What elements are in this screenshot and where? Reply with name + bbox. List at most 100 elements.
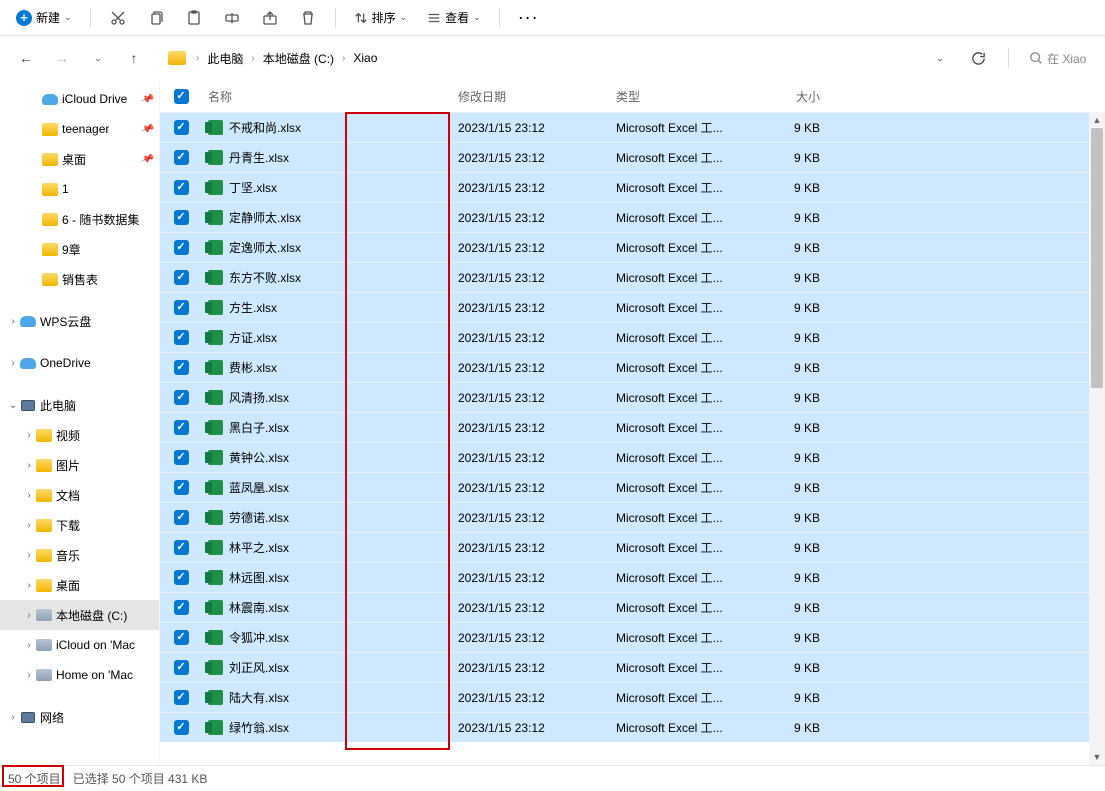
forward-button[interactable]: → — [48, 44, 76, 72]
row-checkbox[interactable] — [174, 240, 189, 255]
sidebar-item[interactable]: ›音乐 — [0, 540, 159, 570]
row-checkbox[interactable] — [174, 210, 189, 225]
row-checkbox[interactable] — [174, 600, 189, 615]
recent-button[interactable]: ⌄ — [84, 44, 112, 72]
scroll-down-icon[interactable]: ▼ — [1089, 749, 1105, 765]
chevron-icon[interactable]: › — [6, 358, 20, 369]
address-dropdown[interactable]: ⌄ — [926, 44, 954, 72]
row-checkbox[interactable] — [174, 630, 189, 645]
row-checkbox[interactable] — [174, 690, 189, 705]
chevron-icon[interactable]: › — [22, 430, 36, 441]
sidebar-item[interactable]: ›文档 — [0, 480, 159, 510]
row-checkbox[interactable] — [174, 450, 189, 465]
row-checkbox[interactable] — [174, 270, 189, 285]
file-row[interactable]: 林远图.xlsx2023/1/15 23:12Microsoft Excel 工… — [160, 562, 1105, 592]
file-row[interactable]: 令狐冲.xlsx2023/1/15 23:12Microsoft Excel 工… — [160, 622, 1105, 652]
file-row[interactable]: 林震南.xlsx2023/1/15 23:12Microsoft Excel 工… — [160, 592, 1105, 622]
sort-button[interactable]: 排序 ⌄ — [346, 5, 416, 30]
file-row[interactable]: 方证.xlsx2023/1/15 23:12Microsoft Excel 工.… — [160, 322, 1105, 352]
row-checkbox[interactable] — [174, 510, 189, 525]
sidebar-item[interactable]: 9章 — [0, 234, 159, 264]
chevron-icon[interactable]: › — [6, 316, 20, 327]
file-row[interactable]: 林平之.xlsx2023/1/15 23:12Microsoft Excel 工… — [160, 532, 1105, 562]
chevron-icon[interactable]: ⌄ — [6, 400, 20, 411]
row-checkbox[interactable] — [174, 150, 189, 165]
delete-icon[interactable] — [291, 4, 325, 32]
file-row[interactable]: 陆大有.xlsx2023/1/15 23:12Microsoft Excel 工… — [160, 682, 1105, 712]
sidebar-item[interactable]: ›OneDrive — [0, 348, 159, 378]
file-row[interactable]: 费彬.xlsx2023/1/15 23:12Microsoft Excel 工.… — [160, 352, 1105, 382]
scrollbar-thumb[interactable] — [1091, 128, 1103, 388]
up-button[interactable]: ↑ — [120, 44, 148, 72]
chevron-icon[interactable]: › — [22, 460, 36, 471]
row-checkbox[interactable] — [174, 480, 189, 495]
more-button[interactable]: ··· — [510, 7, 547, 28]
row-checkbox[interactable] — [174, 360, 189, 375]
sidebar-item[interactable]: ›图片 — [0, 450, 159, 480]
row-checkbox[interactable] — [174, 720, 189, 735]
row-checkbox[interactable] — [174, 660, 189, 675]
file-row[interactable]: 丁坚.xlsx2023/1/15 23:12Microsoft Excel 工.… — [160, 172, 1105, 202]
rename-icon[interactable] — [215, 4, 249, 32]
file-row[interactable]: 黑白子.xlsx2023/1/15 23:12Microsoft Excel 工… — [160, 412, 1105, 442]
sidebar-item[interactable]: iCloud Drive📌 — [0, 84, 159, 114]
file-row[interactable]: 定逸师太.xlsx2023/1/15 23:12Microsoft Excel … — [160, 232, 1105, 262]
row-checkbox[interactable] — [174, 420, 189, 435]
sidebar-item[interactable]: ›本地磁盘 (C:) — [0, 600, 159, 630]
col-type[interactable]: 类型 — [616, 88, 746, 105]
scrollbar[interactable]: ▲ ▼ — [1089, 112, 1105, 765]
chevron-icon[interactable]: › — [22, 670, 36, 681]
sidebar-item[interactable]: ›Home on 'Mac — [0, 660, 159, 690]
file-row[interactable]: 黄钟公.xlsx2023/1/15 23:12Microsoft Excel 工… — [160, 442, 1105, 472]
col-name[interactable]: 名称 — [202, 88, 458, 105]
sidebar-item[interactable]: ›网络 — [0, 702, 159, 732]
copy-icon[interactable] — [139, 4, 173, 32]
row-checkbox[interactable] — [174, 390, 189, 405]
chevron-icon[interactable]: › — [6, 712, 20, 723]
view-button[interactable]: 查看 ⌄ — [419, 5, 489, 30]
file-row[interactable]: 风清扬.xlsx2023/1/15 23:12Microsoft Excel 工… — [160, 382, 1105, 412]
row-checkbox[interactable] — [174, 540, 189, 555]
file-row[interactable]: 劳德诺.xlsx2023/1/15 23:12Microsoft Excel 工… — [160, 502, 1105, 532]
breadcrumb-item[interactable]: 此电脑 — [205, 50, 245, 67]
scroll-up-icon[interactable]: ▲ — [1089, 112, 1105, 128]
chevron-icon[interactable]: › — [22, 550, 36, 561]
sidebar-item[interactable]: teenager📌 — [0, 114, 159, 144]
sidebar-item[interactable]: ›视频 — [0, 420, 159, 450]
file-row[interactable]: 蓝凤凰.xlsx2023/1/15 23:12Microsoft Excel 工… — [160, 472, 1105, 502]
row-checkbox[interactable] — [174, 180, 189, 195]
file-row[interactable]: 东方不败.xlsx2023/1/15 23:12Microsoft Excel … — [160, 262, 1105, 292]
row-checkbox[interactable] — [174, 570, 189, 585]
paste-icon[interactable] — [177, 4, 211, 32]
sidebar-item[interactable]: 桌面📌 — [0, 144, 159, 174]
new-button[interactable]: + 新建 ⌄ — [8, 5, 80, 30]
chevron-icon[interactable]: › — [22, 640, 36, 651]
sidebar-item[interactable]: ›下载 — [0, 510, 159, 540]
breadcrumb-item[interactable]: Xiao — [351, 51, 379, 65]
refresh-button[interactable] — [962, 44, 994, 72]
chevron-icon[interactable]: › — [22, 610, 36, 621]
file-row[interactable]: 方生.xlsx2023/1/15 23:12Microsoft Excel 工.… — [160, 292, 1105, 322]
sidebar-item[interactable]: 6 - 随书数据集 — [0, 204, 159, 234]
file-row[interactable]: 定静师太.xlsx2023/1/15 23:12Microsoft Excel … — [160, 202, 1105, 232]
file-row[interactable]: 丹青生.xlsx2023/1/15 23:12Microsoft Excel 工… — [160, 142, 1105, 172]
chevron-icon[interactable]: › — [22, 580, 36, 591]
search-input[interactable]: 在 Xiao — [1023, 43, 1093, 73]
row-checkbox[interactable] — [174, 300, 189, 315]
sidebar-item[interactable]: 销售表 — [0, 264, 159, 294]
sidebar-item[interactable]: ⌄此电脑 — [0, 390, 159, 420]
file-row[interactable]: 刘正风.xlsx2023/1/15 23:12Microsoft Excel 工… — [160, 652, 1105, 682]
col-date[interactable]: 修改日期 — [458, 88, 616, 105]
sidebar-item[interactable]: ›WPS云盘 — [0, 306, 159, 336]
row-checkbox[interactable] — [174, 330, 189, 345]
address-bar[interactable]: › 此电脑 › 本地磁盘 (C:) › Xiao — [164, 42, 910, 74]
sidebar-item[interactable]: 1 — [0, 174, 159, 204]
file-row[interactable]: 不戒和尚.xlsx2023/1/15 23:12Microsoft Excel … — [160, 112, 1105, 142]
chevron-icon[interactable]: › — [22, 520, 36, 531]
share-icon[interactable] — [253, 4, 287, 32]
file-row[interactable]: 绿竹翁.xlsx2023/1/15 23:12Microsoft Excel 工… — [160, 712, 1105, 742]
back-button[interactable]: ← — [12, 44, 40, 72]
select-all-checkbox[interactable] — [174, 89, 189, 104]
chevron-icon[interactable]: › — [22, 490, 36, 501]
sidebar-item[interactable]: ›iCloud on 'Mac — [0, 630, 159, 660]
